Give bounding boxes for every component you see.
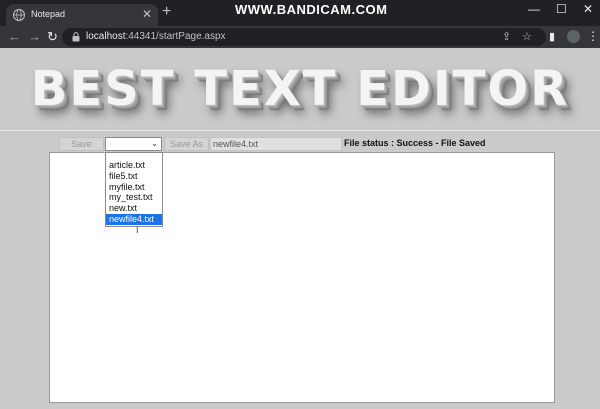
dropdown-option[interactable]: file5.txt — [106, 171, 162, 182]
back-button[interactable]: ← — [8, 29, 21, 44]
tab-close-icon[interactable]: ✕ — [142, 7, 152, 21]
file-name-input[interactable]: newfile4.txt — [210, 137, 342, 151]
dropdown-option-highlighted[interactable]: newfile4.txt — [106, 213, 162, 225]
page-banner-title: BEST TEXT EDITOR — [30, 61, 570, 117]
file-status-text: File status : Success - File Saved — [344, 138, 486, 148]
file-select-dropdown[interactable]: article.txt file5.txt myfile.txt my_test… — [105, 152, 163, 227]
forward-button[interactable]: → — [28, 29, 41, 44]
close-window-button[interactable]: ✕ — [583, 2, 593, 16]
dropdown-option[interactable]: my_test.txt — [106, 192, 162, 203]
recorder-watermark: WWW.BANDICAM.COM — [235, 2, 388, 17]
browser-tabstrip: Notepad ✕ + WWW.BANDICAM.COM — ☐ ✕ — [0, 0, 600, 26]
text-cursor-icon: I — [136, 225, 139, 235]
globe-icon — [13, 9, 25, 21]
dropdown-option[interactable]: article.txt — [106, 160, 162, 171]
bookmark-star-icon[interactable]: ☆ — [522, 30, 532, 43]
notepad-page: BEST TEXT EDITOR Save ⌄ Save As newfile4… — [0, 48, 600, 409]
lock-icon[interactable] — [72, 32, 80, 42]
dropdown-option[interactable]: new.txt — [106, 203, 162, 214]
side-panel-icon[interactable]: ▮ — [549, 30, 555, 43]
file-select[interactable]: ⌄ — [105, 137, 162, 151]
browser-tab[interactable]: Notepad ✕ — [6, 4, 158, 26]
new-tab-button[interactable]: + — [162, 4, 171, 20]
save-as-button[interactable]: Save As — [164, 137, 209, 151]
dropdown-option[interactable]: myfile.txt — [106, 182, 162, 193]
reload-button[interactable]: ↻ — [47, 29, 58, 44]
chevron-down-icon: ⌄ — [151, 139, 158, 148]
browser-toolbar: ← → ↻ localhost:44341/startPage.aspx ⇪ ☆… — [0, 26, 600, 48]
save-button[interactable]: Save — [59, 137, 104, 151]
profile-avatar[interactable] — [567, 30, 580, 43]
url-text[interactable]: localhost:44341/startPage.aspx — [86, 31, 226, 42]
minimize-button[interactable]: — — [528, 2, 540, 16]
share-icon[interactable]: ⇪ — [502, 30, 511, 43]
tab-title: Notepad — [31, 9, 66, 19]
menu-kebab-icon[interactable]: ⋮ — [587, 29, 599, 43]
header-divider — [0, 130, 600, 131]
maximize-button[interactable]: ☐ — [556, 2, 567, 16]
address-bar[interactable]: localhost:44341/startPage.aspx ⇪ ☆ — [62, 28, 546, 46]
